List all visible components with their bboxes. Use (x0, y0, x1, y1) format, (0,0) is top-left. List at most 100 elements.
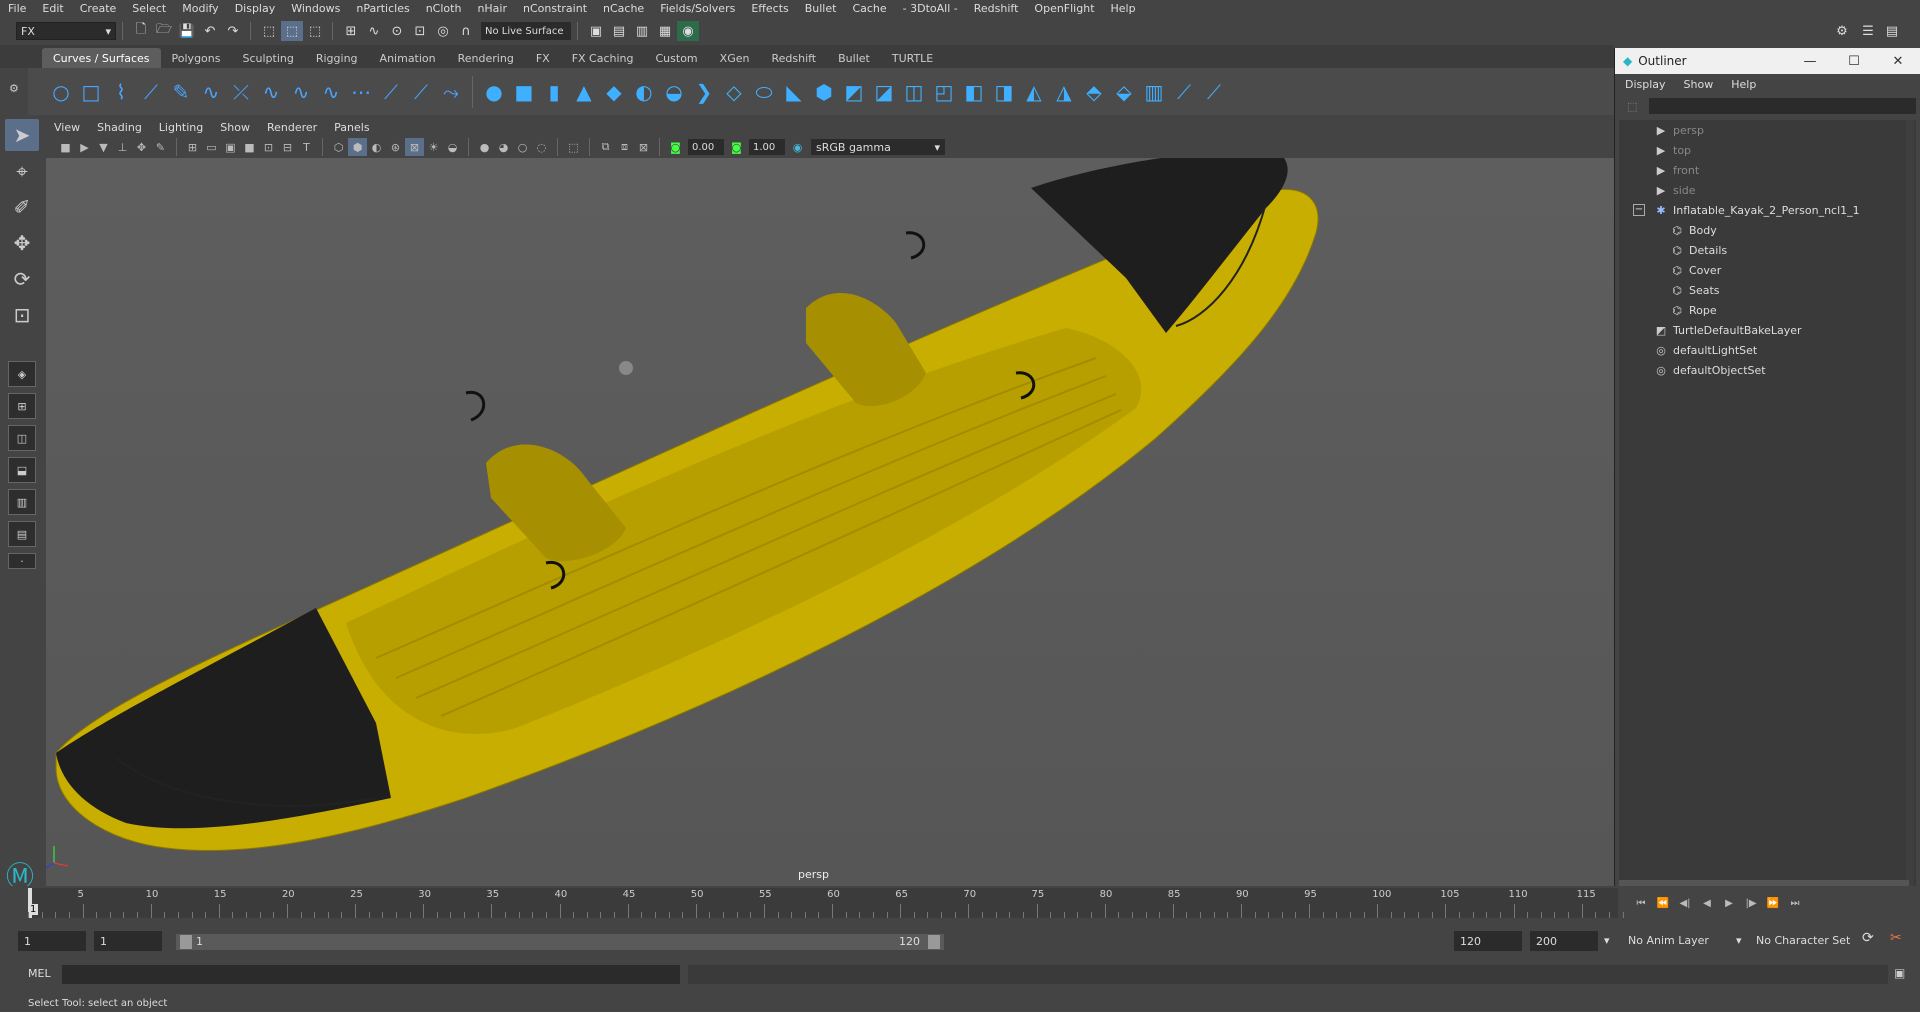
persp-viewport[interactable] (46, 158, 1614, 886)
menu-item[interactable]: Effects (751, 2, 788, 15)
scale-tool-icon[interactable]: ⊡ (5, 299, 39, 331)
birail-icon[interactable]: ◣ (779, 76, 809, 108)
menu-item[interactable]: File (8, 2, 26, 15)
outliner-item[interactable]: ⌬ Seats (1619, 280, 1916, 300)
menu-item[interactable]: nConstraint (523, 2, 587, 15)
revolve-icon[interactable]: ◒ (659, 76, 689, 108)
panel-menu-item[interactable]: Panels (334, 121, 369, 134)
menu-item[interactable]: Windows (291, 2, 340, 15)
menu-item[interactable]: OpenFlight (1034, 2, 1094, 15)
curve-rebuild-icon[interactable]: ∿ (316, 76, 346, 108)
nurbs-sphere-icon[interactable]: ● (479, 76, 509, 108)
panel-menu-item[interactable]: View (54, 121, 80, 134)
curve-insert-icon[interactable]: ⤳ (436, 76, 466, 108)
nurbs-torus-icon[interactable]: ◐ (629, 76, 659, 108)
curve-attach-icon[interactable]: ∿ (256, 76, 286, 108)
outliner-item[interactable]: ▶ persp (1619, 120, 1916, 140)
render-settings-icon[interactable]: ▦ (654, 21, 676, 41)
render-frame-icon[interactable]: ▤ (608, 21, 630, 41)
grease-pencil-icon[interactable]: ✎ (151, 138, 170, 156)
screen-space-ao-icon[interactable]: ● (475, 138, 494, 156)
menu-item[interactable]: Help (1111, 2, 1136, 15)
render-view-icon[interactable]: ▣ (585, 21, 607, 41)
textured-icon[interactable]: ⊠ (405, 138, 424, 156)
filter-icon[interactable]: ⬚ (1627, 100, 1637, 113)
wireframe-icon[interactable]: ⬡ (329, 138, 348, 156)
rebuild-surface-icon[interactable]: ⟋ (1199, 76, 1229, 108)
outliner-menu-item[interactable]: Show (1684, 78, 1714, 91)
default-material-icon[interactable]: ◐ (367, 138, 386, 156)
bezier-curve-icon[interactable]: ∿ (196, 76, 226, 108)
rotate-tool-icon[interactable]: ⟳ (5, 263, 39, 295)
shelf-tab[interactable]: FX (525, 48, 561, 68)
shelf-tab[interactable]: FX Caching (561, 48, 645, 68)
outliner-item[interactable]: ⌬ Details (1619, 240, 1916, 260)
undo-icon[interactable]: ↶ (199, 21, 221, 41)
menu-item[interactable]: nHair (477, 2, 507, 15)
shelf-tab[interactable]: Rigging (305, 48, 369, 68)
step-back-key-icon[interactable]: ⏪ (1652, 898, 1674, 909)
lasso-tool-icon[interactable]: ⌖ (5, 155, 39, 187)
playback-start-field[interactable]: 1 (94, 931, 162, 951)
outliner-menu-item[interactable]: Help (1731, 78, 1756, 91)
image-plane-icon[interactable]: ⊥ (113, 138, 132, 156)
character-set-dropdown[interactable]: No Character Set (1756, 934, 1850, 947)
outliner-item[interactable]: ⌬ Cover (1619, 260, 1916, 280)
anim-layer-dropdown[interactable]: No Anim Layer (1628, 934, 1709, 947)
xray-icon[interactable]: ⧉ (596, 138, 615, 156)
menu-item[interactable]: Redshift (974, 2, 1019, 15)
outliner-item[interactable]: ⌬ Rope (1619, 300, 1916, 320)
command-language-label[interactable]: MEL (28, 967, 51, 980)
play-backwards-icon[interactable]: ◀ (1696, 898, 1718, 909)
magnet-icon[interactable]: ∩ (455, 21, 477, 41)
shelf-tab[interactable]: Rendering (447, 48, 525, 68)
smooth-shade-icon[interactable]: ⬢ (348, 138, 367, 156)
collapse-icon[interactable]: − (1633, 204, 1645, 216)
go-to-start-icon[interactable]: ⏮ (1630, 898, 1652, 909)
two-d-pan-icon[interactable]: ✥ (132, 138, 151, 156)
range-start-handle[interactable] (180, 935, 192, 949)
curve-detach-icon[interactable]: ∿ (286, 76, 316, 108)
top-bottom-layout-icon[interactable]: ⬓ (8, 457, 36, 483)
step-back-frame-icon[interactable]: ◀| (1674, 898, 1696, 909)
playback-end-field[interactable]: 120 (1454, 931, 1522, 951)
workspace-icon[interactable]: ⚙ (1831, 21, 1853, 41)
snap-plane-icon[interactable]: ⊡ (409, 21, 431, 41)
shelf-tab[interactable]: Animation (369, 48, 447, 68)
curve-offset-icon[interactable]: ⋯ (346, 76, 376, 108)
fps-chevron-icon[interactable]: ▾ (1604, 934, 1610, 947)
shelf-tab[interactable]: Redshift (760, 48, 827, 68)
outliner-vertical-scrollbar[interactable] (1906, 120, 1914, 890)
cv-curve-icon[interactable]: ⌇ (106, 76, 136, 108)
intersect-icon[interactable]: ◧ (959, 76, 989, 108)
outliner-item[interactable]: ▶ side (1619, 180, 1916, 200)
nurbs-plane-icon[interactable]: ◆ (599, 76, 629, 108)
safe-action-icon[interactable]: ⊟ (278, 138, 297, 156)
outliner-search-input[interactable] (1649, 98, 1916, 114)
outliner-item[interactable]: ▶ top (1619, 140, 1916, 160)
shelf-tab[interactable]: Custom (645, 48, 709, 68)
camera-attributes-icon[interactable]: ▶ (75, 138, 94, 156)
ipr-render-icon[interactable]: ▥ (631, 21, 653, 41)
end-time-field[interactable]: 200 (1530, 931, 1598, 951)
anti-aliasing-icon[interactable]: ○ (513, 138, 532, 156)
step-forward-frame-icon[interactable]: |▶ (1740, 898, 1762, 909)
gamma-field[interactable]: 1.00 (749, 139, 785, 155)
bookmark-icon[interactable]: ▼ (94, 138, 113, 156)
redo-icon[interactable]: ↷ (222, 21, 244, 41)
panel-menu-item[interactable]: Lighting (159, 121, 203, 134)
grid-icon[interactable]: ⊞ (183, 138, 202, 156)
select-object-icon[interactable]: ⬚ (281, 21, 303, 41)
square-surface-icon[interactable]: ◪ (869, 76, 899, 108)
camera-select-icon[interactable]: ■ (56, 138, 75, 156)
three-pane-layout-icon[interactable]: ▥ (8, 489, 36, 515)
snap-grid-icon[interactable]: ⊞ (340, 21, 362, 41)
resolution-gate-icon[interactable]: ▣ (221, 138, 240, 156)
outliner-persp-layout-icon[interactable]: ▤ (8, 521, 36, 547)
shelf-tab[interactable]: TURTLE (881, 48, 944, 68)
use-all-lights-icon[interactable]: ☀ (424, 138, 443, 156)
command-input[interactable] (62, 965, 680, 984)
snap-curve-icon[interactable]: ∿ (363, 21, 385, 41)
planar-icon[interactable]: ◇ (719, 76, 749, 108)
script-editor-icon[interactable]: ▣ (1894, 966, 1905, 980)
